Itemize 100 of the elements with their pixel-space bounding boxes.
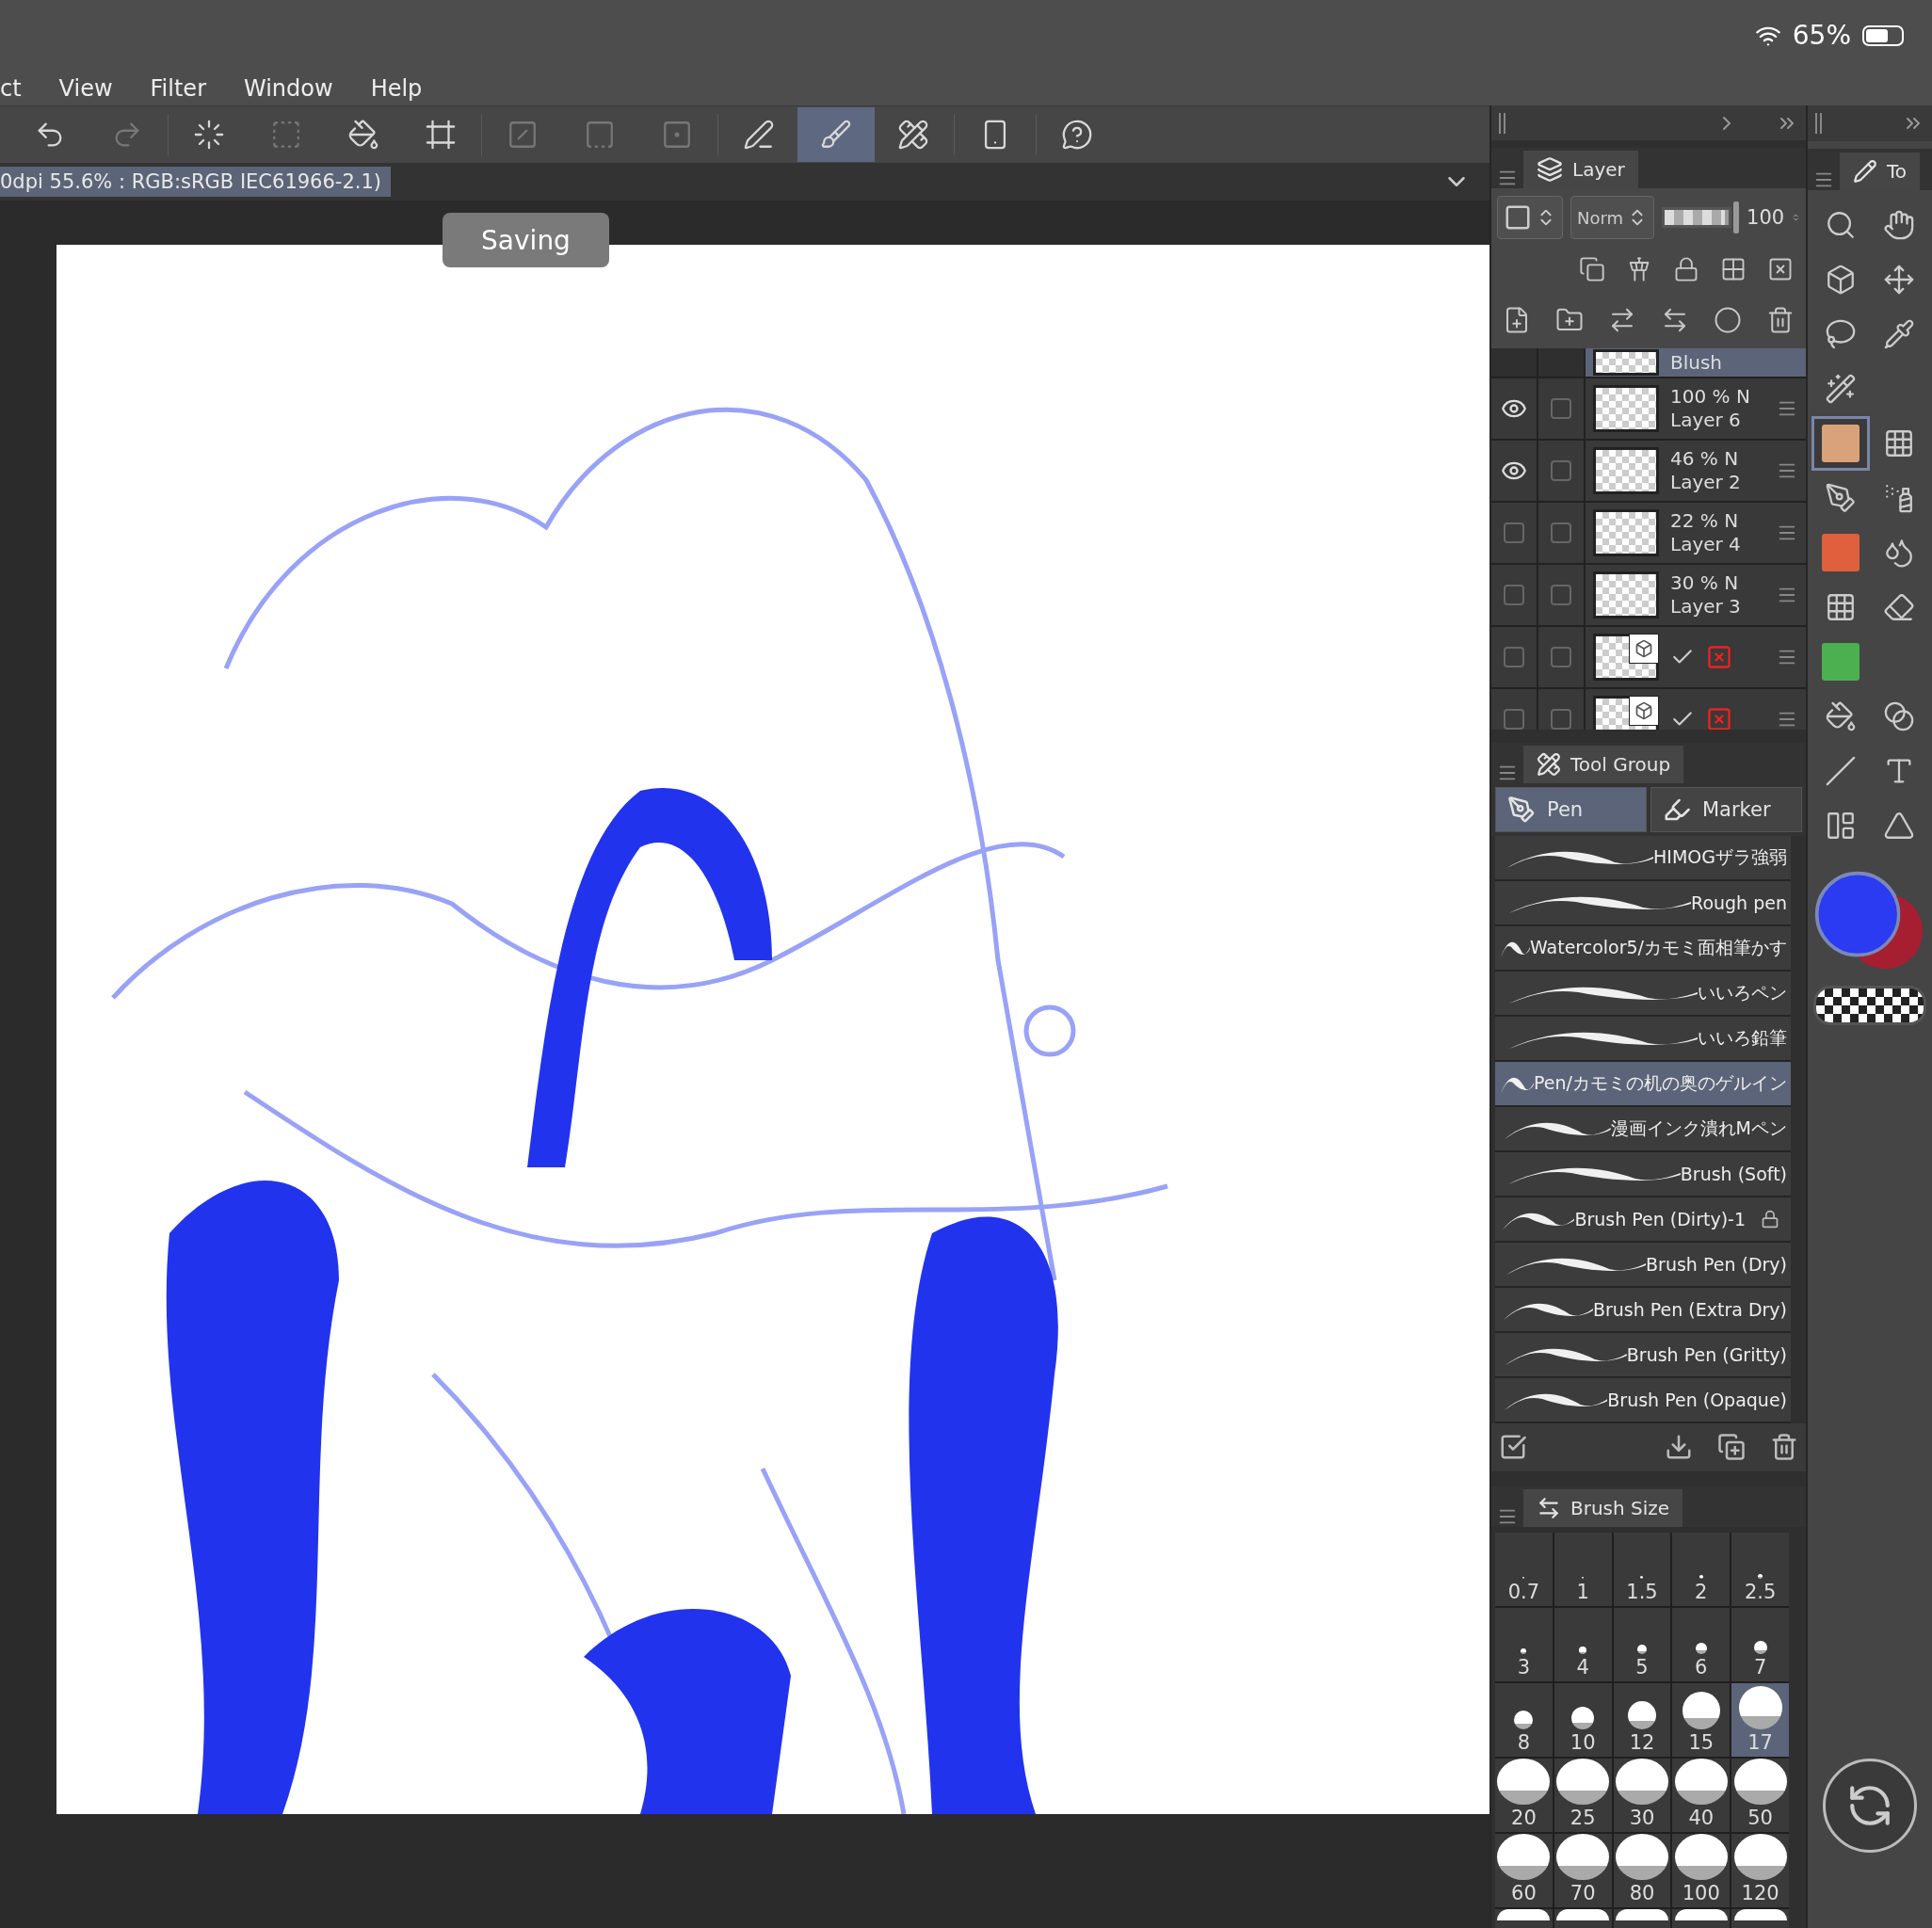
edit-checkbox[interactable]: [1551, 585, 1571, 606]
brush-name[interactable]: Rough pen: [1691, 892, 1787, 913]
menu-item[interactable]: ct: [0, 74, 22, 102]
brush-size-option[interactable]: 6: [1672, 1608, 1731, 1681]
layer-row[interactable]: 100 % N Layer 6: [1491, 378, 1806, 442]
tool-tab[interactable]: To: [1840, 153, 1921, 190]
brush-item[interactable]: Rough pen: [1495, 880, 1791, 926]
brush-size-option[interactable]: 20: [1495, 1759, 1553, 1832]
visibility-checkbox[interactable]: [1504, 709, 1524, 730]
brush-item[interactable]: いいろ鉛筆: [1495, 1016, 1791, 1062]
menu-item[interactable]: View: [58, 74, 113, 102]
edit-checkbox[interactable]: [1551, 522, 1571, 544]
mesh-icon: [1825, 591, 1857, 623]
brush-size-option[interactable]: 15: [1672, 1683, 1731, 1757]
sub-color-swatch[interactable]: [1858, 895, 1924, 970]
edit-checkbox[interactable]: [1551, 709, 1571, 730]
edit-checkbox[interactable]: [1551, 398, 1571, 420]
tool-group-tab[interactable]: Tool Group: [1523, 745, 1684, 783]
toolbar-button[interactable]: [797, 107, 875, 162]
brush-name[interactable]: HIMOGザラ強弱: [1653, 844, 1787, 870]
layer-tab[interactable]: Layer: [1523, 151, 1638, 189]
brush-name[interactable]: Brush (Soft): [1680, 1163, 1787, 1184]
brush-size-option[interactable]: [1495, 1909, 1553, 1928]
blend-mode-select[interactable]: Norm: [1570, 196, 1655, 240]
brush-size-option[interactable]: 120: [1731, 1834, 1789, 1907]
brush-size-option[interactable]: 25: [1554, 1759, 1612, 1832]
brush-name[interactable]: Brush Pen (Gritty): [1626, 1343, 1787, 1365]
brush-item[interactable]: Brush Pen (Dirty)-1: [1495, 1197, 1791, 1243]
panel-grip-icon[interactable]: [1815, 113, 1822, 134]
brush-size-option[interactable]: 40: [1672, 1759, 1731, 1832]
panel-grip-icon[interactable]: [1499, 112, 1505, 134]
layer-color-select[interactable]: [1497, 196, 1563, 240]
layer-row[interactable]: 46 % N Layer 2: [1491, 441, 1806, 504]
brush-size-option[interactable]: 60: [1495, 1834, 1553, 1907]
brush-size-option[interactable]: 4: [1554, 1608, 1612, 1681]
brush-size-option[interactable]: 0.7: [1495, 1533, 1553, 1606]
brush-item[interactable]: Brush Pen (Opaque): [1495, 1377, 1791, 1423]
brush-name[interactable]: 漫画インク潰れMペン: [1610, 1116, 1787, 1141]
brush-dot-icon: [1758, 1574, 1763, 1579]
edit-checkbox[interactable]: [1551, 460, 1571, 482]
edit-checkbox[interactable]: [1551, 647, 1571, 668]
layer-highlight[interactable]: Blush: [1586, 348, 1806, 378]
slider-handle[interactable]: [1733, 201, 1740, 234]
brush-name[interactable]: Watercolor5/カモミ面相筆かす: [1529, 935, 1787, 960]
brush-size-option[interactable]: 70: [1554, 1834, 1612, 1907]
brush-size-option[interactable]: 17: [1731, 1683, 1789, 1757]
trash-icon[interactable]: [1770, 1433, 1798, 1462]
duplicate-icon[interactable]: [1717, 1433, 1746, 1462]
tool-button[interactable]: [1811, 416, 1870, 471]
import-icon[interactable]: [1665, 1433, 1693, 1462]
brush-item[interactable]: Brush Pen (Dry): [1495, 1242, 1791, 1288]
visibility-checkbox[interactable]: [1504, 647, 1524, 668]
brush-item[interactable]: Brush Pen (Extra Dry): [1495, 1287, 1791, 1333]
brush-size-option[interactable]: 1.5: [1613, 1533, 1671, 1606]
menu-item[interactable]: Filter: [150, 74, 206, 102]
brush-size-option[interactable]: [1672, 1909, 1731, 1928]
menu-item[interactable]: Help: [370, 74, 423, 102]
visibility-checkbox[interactable]: [1504, 585, 1524, 606]
brush-size-option[interactable]: 12: [1613, 1683, 1671, 1757]
brush-size-option[interactable]: 2: [1672, 1533, 1731, 1606]
brush-item[interactable]: 漫画インク潰れMペン: [1495, 1106, 1791, 1152]
brush-name[interactable]: いいろ鉛筆: [1698, 1025, 1787, 1051]
layers-icon: [1537, 156, 1563, 184]
brush-item[interactable]: HIMOGザラ強弱: [1495, 835, 1791, 881]
brush-size-option[interactable]: 80: [1613, 1834, 1671, 1907]
brush-name[interactable]: Brush Pen (Dirty)-1: [1574, 1208, 1746, 1229]
brush-size-tab[interactable]: Brush Size: [1523, 1489, 1683, 1527]
tool-group-tab[interactable]: Pen: [1495, 786, 1647, 832]
checkbox-stack-icon[interactable]: [1499, 1433, 1527, 1462]
brush-size-option[interactable]: 3: [1495, 1608, 1553, 1681]
main-color-swatch[interactable]: [1814, 871, 1901, 957]
visibility-checkbox[interactable]: [1504, 522, 1524, 544]
brush-item[interactable]: Watercolor5/カモミ面相筆かす: [1495, 925, 1791, 972]
brush-name[interactable]: いいろペン: [1698, 980, 1787, 1005]
brush-item[interactable]: いいろペン: [1495, 971, 1791, 1017]
transparent-color-swatch[interactable]: [1813, 986, 1926, 1025]
brush-name[interactable]: Brush Pen (Dry): [1646, 1253, 1787, 1275]
brush-name[interactable]: Pen/カモミの机の奥のゲルイン: [1534, 1070, 1787, 1096]
brush-size-option[interactable]: 5: [1613, 1608, 1671, 1681]
brush-size-option[interactable]: 30: [1613, 1759, 1671, 1832]
layer-row[interactable]: 30 % N Layer 3: [1491, 565, 1806, 628]
brush-size-option[interactable]: [1613, 1909, 1671, 1928]
brush-size-option[interactable]: 10: [1554, 1683, 1612, 1757]
brush-size-option[interactable]: 1: [1554, 1533, 1612, 1606]
tool-group-tab[interactable]: Marker: [1650, 786, 1802, 832]
brush-size-option[interactable]: 100: [1672, 1834, 1731, 1907]
brush-name[interactable]: Brush Pen (Opaque): [1607, 1389, 1787, 1410]
brush-name[interactable]: Brush Pen (Extra Dry): [1592, 1298, 1787, 1320]
brush-size-option[interactable]: 2.5: [1731, 1533, 1789, 1606]
brush-size-option[interactable]: 8: [1495, 1683, 1553, 1757]
brush-size-option[interactable]: [1554, 1909, 1612, 1928]
brush-size-option[interactable]: [1731, 1909, 1789, 1928]
layer-row[interactable]: 22 % N Layer 4: [1491, 503, 1806, 566]
brush-item[interactable]: Brush Pen (Gritty): [1495, 1332, 1791, 1378]
brush-item[interactable]: Pen/カモミの机の奥のゲルイン: [1495, 1061, 1791, 1107]
brush-size-option[interactable]: 7: [1731, 1608, 1789, 1681]
layer-row[interactable]: [1491, 627, 1806, 690]
brush-size-option[interactable]: 50: [1731, 1759, 1789, 1832]
brush-item[interactable]: Brush (Soft): [1495, 1151, 1791, 1197]
menu-item[interactable]: Window: [244, 74, 333, 102]
